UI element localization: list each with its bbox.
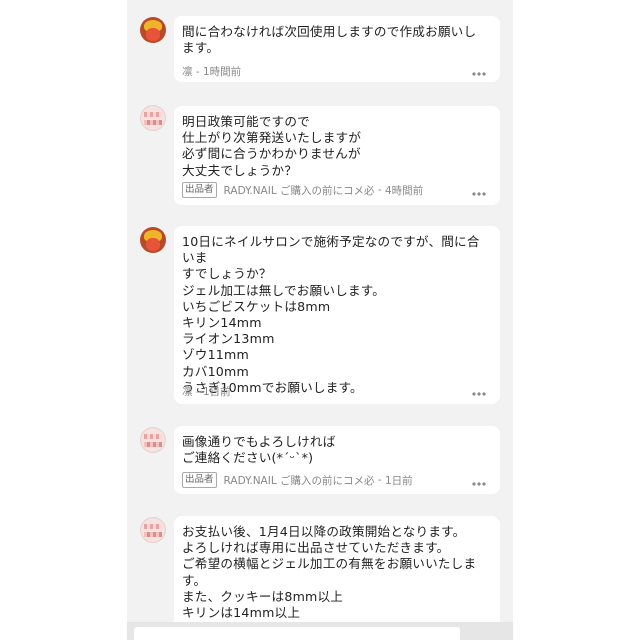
meta-separator: - (192, 385, 203, 398)
comment-meta: 出品者 RADY.NAIL ご購入の前にコメ必 - 4時間前 (182, 182, 423, 198)
comment-bubble: 間に合わなければ次回使用しますので作成お願いし ます。 凛 - 1時間前 (174, 16, 500, 82)
more-options-icon[interactable] (472, 192, 486, 196)
comment-text: 10日にネイルサロンで施術予定なのですが、間に合いま すでしょうか？ ジェル加工… (182, 234, 480, 395)
comment-time: 4時間前 (385, 184, 424, 197)
comment-time: 1日前 (202, 386, 231, 398)
comment-meta: 凛 - 1日前 (182, 384, 231, 399)
meta-separator: - (374, 184, 385, 196)
comment-time: 1日前 (385, 474, 413, 487)
comment-meta: 出品者 RADY.NAIL ご購入の前にコメ必 - 1日前 (182, 472, 413, 488)
comment-time: 1時間前 (202, 66, 242, 78)
commenter-name[interactable]: RADY.NAIL ご購入の前にコメ必 (224, 473, 375, 488)
seller-avatar[interactable] (140, 427, 166, 453)
comment-input-bar (127, 622, 513, 640)
comment-meta: 凛 - 1時間前 (182, 64, 241, 79)
commenter-name: 凛 (182, 66, 193, 78)
meta-separator: - (192, 65, 203, 78)
meta-separator: - (374, 474, 385, 486)
comment-text: お支払い後、1月4日以降の政策開始となります。 よろしければ専用に出品させていた… (182, 524, 477, 636)
comment-bubble: 画像通りでもよろしければ ご連絡ください(*´ᵕ`*) 出品者 RADY.NAI… (174, 426, 500, 494)
seller-badge: 出品者 (182, 472, 217, 488)
comment-bubble: 明日政策可能ですので 仕上がり次第発送いたしますが 必ず間に合うかわかりませんが… (174, 106, 500, 205)
comment-text: 明日政策可能ですので 仕上がり次第発送いたしますが 必ず間に合うかわかりませんが… (182, 114, 362, 178)
comment-thread: 間に合わなければ次回使用しますので作成お願いし ます。 凛 - 1時間前 明日政… (127, 0, 513, 640)
comment-input[interactable] (134, 627, 460, 640)
comment-text: 間に合わなければ次回使用しますので作成お願いし ます。 (182, 24, 477, 56)
commenter-name: 凛 (182, 386, 193, 398)
seller-avatar[interactable] (140, 105, 166, 131)
buyer-avatar[interactable] (140, 17, 166, 43)
comment-text: 画像通りでもよろしければ ご連絡ください(*´ᵕ`*) (182, 434, 336, 466)
buyer-avatar[interactable] (140, 227, 166, 253)
seller-badge: 出品者 (182, 182, 217, 198)
comment-bubble: 10日にネイルサロンで施術予定なのですが、間に合いま すでしょうか？ ジェル加工… (174, 226, 500, 404)
more-options-icon[interactable] (472, 72, 486, 76)
commenter-name[interactable]: RADY.NAIL ご購入の前にコメ必 (224, 183, 375, 198)
more-options-icon[interactable] (472, 482, 486, 486)
seller-avatar[interactable] (140, 517, 166, 543)
more-options-icon[interactable] (472, 392, 486, 396)
